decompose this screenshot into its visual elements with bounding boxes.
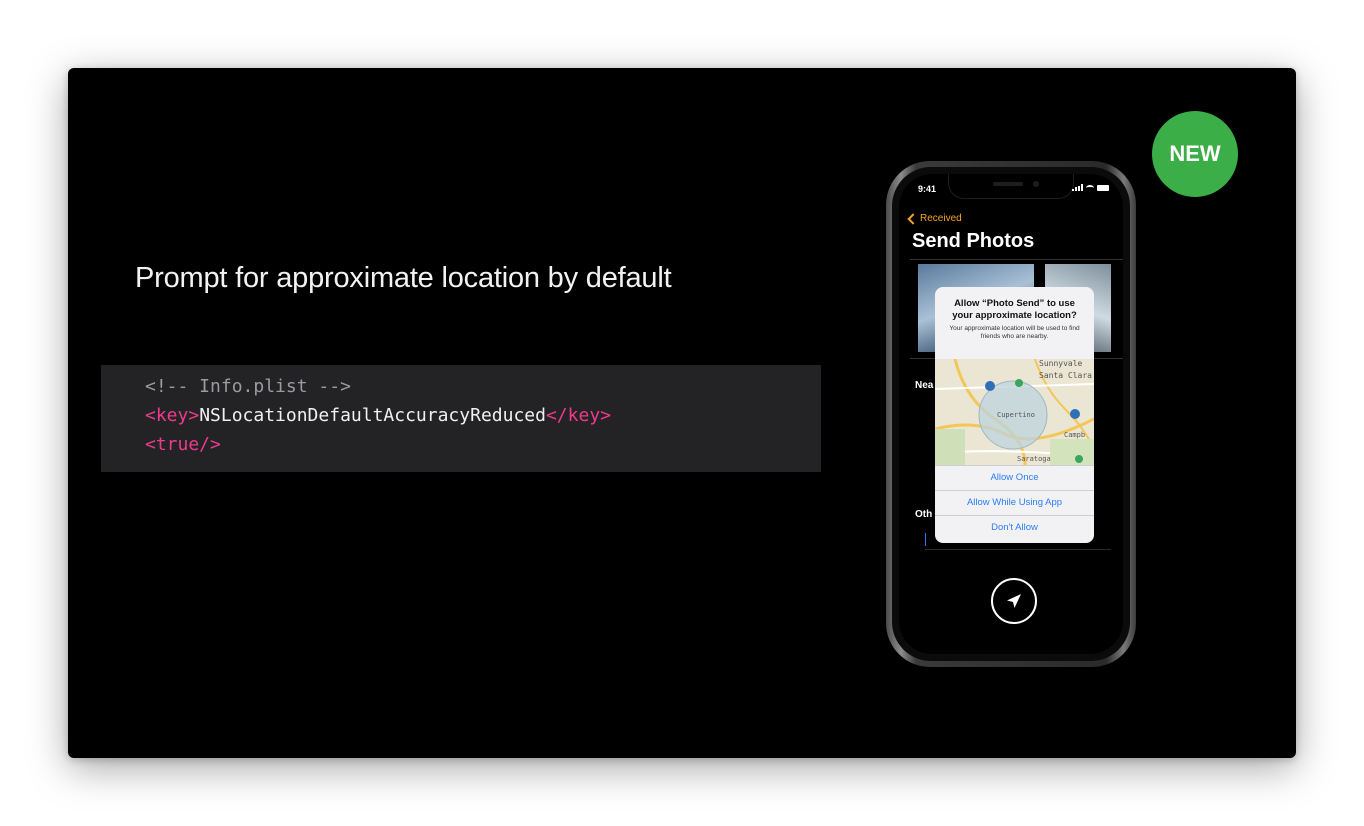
code-line-comment: <!-- Info.plist --> <box>145 372 821 401</box>
app-title: Send Photos <box>912 230 1035 252</box>
divider <box>910 259 1123 260</box>
slide-title: Prompt for approximate location by defau… <box>135 262 672 294</box>
send-button[interactable] <box>991 578 1037 624</box>
section-nearby-label: Nea <box>915 380 934 391</box>
code-line-key: <key>NSLocationDefaultAccuracyReduced</k… <box>145 401 821 430</box>
allow-once-button[interactable]: Allow Once <box>935 465 1094 490</box>
code-block: <!-- Info.plist --> <key>NSLocationDefau… <box>101 365 821 472</box>
status-icons <box>1072 184 1109 191</box>
status-time: 9:41 <box>918 184 937 194</box>
code-key-close: </key> <box>545 405 611 426</box>
back-button[interactable]: Received <box>907 212 962 225</box>
back-label: Received <box>920 213 962 224</box>
phone-bezel: 9:41 Received Send Photos Nea Oth Allow … <box>892 167 1130 661</box>
alert-title: Allow “Photo Send” to use your approxima… <box>952 298 1077 321</box>
new-badge: NEW <box>1152 111 1238 197</box>
phone-screen: 9:41 Received Send Photos Nea Oth Allow … <box>899 174 1123 654</box>
map-label-saratoga: Saratoga <box>1017 455 1051 463</box>
map-label-santa-clara: Santa Clara <box>1039 371 1092 380</box>
section-other-label: Oth <box>915 509 933 520</box>
front-camera <box>1033 181 1039 187</box>
battery-icon <box>1097 184 1109 191</box>
signal-icon <box>1072 184 1083 191</box>
allow-while-using-button[interactable]: Allow While Using App <box>935 490 1094 515</box>
dont-allow-button[interactable]: Don't Allow <box>935 515 1094 540</box>
map-label-sunnyvale: Sunnyvale <box>1039 359 1083 368</box>
wifi-icon <box>1086 184 1094 191</box>
alert-message: Your approximate location will be used t… <box>949 325 1080 340</box>
approximate-location-map: Sunnyvale Santa Clara Cupertino Campb Sa… <box>935 359 1094 465</box>
code-line-true: <true/> <box>145 430 821 459</box>
map-label-campbell: Campb <box>1064 431 1086 439</box>
code-key-value: NSLocationDefaultAccuracyReduced <box>199 405 546 426</box>
speaker-grille <box>993 182 1023 186</box>
text-cursor <box>925 533 926 546</box>
phone-notch <box>948 174 1074 199</box>
code-key-open: <key> <box>145 405 200 426</box>
code-comment: <!-- Info.plist --> <box>145 376 351 397</box>
chevron-left-icon <box>907 212 919 225</box>
location-permission-alert: Allow “Photo Send” to use your approxima… <box>935 287 1094 543</box>
paper-plane-icon <box>1007 594 1021 608</box>
map-label-cupertino: Cupertino <box>997 411 1035 419</box>
iphone-mockup: 9:41 Received Send Photos Nea Oth Allow … <box>886 161 1136 667</box>
code-true-tag: <true/> <box>145 434 221 455</box>
presentation-slide: Prompt for approximate location by defau… <box>68 68 1296 758</box>
